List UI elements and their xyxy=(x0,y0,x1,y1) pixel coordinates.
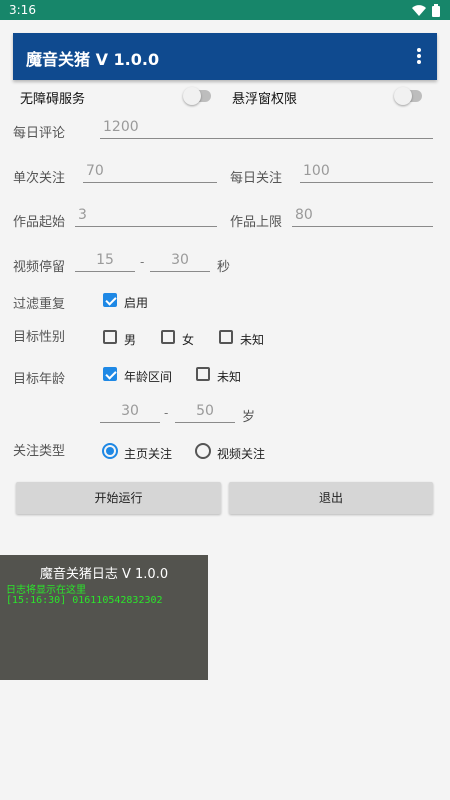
switch-knob xyxy=(394,87,412,105)
gender-unknown-checkbox[interactable] xyxy=(219,330,233,344)
follow-homepage-radio[interactable] xyxy=(102,443,118,459)
target-gender-label: 目标性别 xyxy=(13,330,66,345)
target-age-label: 目标年龄 xyxy=(13,372,66,387)
overlay-permission-label: 悬浮窗权限 xyxy=(232,92,298,107)
age-unknown-checkbox[interactable] xyxy=(196,367,210,381)
works-limit-input[interactable]: 80 xyxy=(292,207,433,227)
gender-unknown-option: 未知 xyxy=(240,333,265,347)
daily-follow-input[interactable]: 100 xyxy=(300,163,433,183)
app-bar: 魔音关猪 V 1.0.0 xyxy=(13,33,437,80)
status-icons xyxy=(412,4,440,17)
age-range-checkbox[interactable] xyxy=(103,367,117,381)
switch-knob xyxy=(183,87,201,105)
log-line: 日志将显示在这里 xyxy=(6,585,86,596)
single-follow-input[interactable]: 70 xyxy=(83,163,217,183)
app-title: 魔音关猪 V 1.0.0 xyxy=(26,50,160,69)
accessibility-service-switch[interactable] xyxy=(183,87,211,105)
status-bar: 3:16 xyxy=(0,0,450,20)
exit-button[interactable]: 退出 xyxy=(229,482,433,514)
follow-video-option: 视频关注 xyxy=(217,447,266,461)
filter-duplicate-label: 过滤重复 xyxy=(13,297,66,312)
filter-duplicate-checkbox[interactable] xyxy=(103,293,117,307)
accessibility-service-label: 无障碍服务 xyxy=(20,92,86,107)
seconds-unit: 秒 xyxy=(217,260,231,275)
age-unknown-option: 未知 xyxy=(217,370,242,384)
gender-female-checkbox[interactable] xyxy=(161,330,175,344)
filter-duplicate-option: 启用 xyxy=(124,296,149,310)
log-line: [15:16:30] 016110542832302 xyxy=(6,595,163,606)
works-start-input[interactable]: 3 xyxy=(75,207,217,227)
start-button[interactable]: 开始运行 xyxy=(16,482,221,514)
daily-comment-input[interactable]: 1200 xyxy=(100,119,433,139)
age-min-input[interactable]: 30 xyxy=(100,403,160,423)
age-unit: 岁 xyxy=(242,410,256,425)
age-range-option: 年龄区间 xyxy=(124,370,173,384)
log-panel: 魔音关猪日志 V 1.0.0 日志将显示在这里 [15:16:30] 01611… xyxy=(0,555,208,680)
overlay-permission-switch[interactable] xyxy=(394,87,422,105)
single-follow-label: 单次关注 xyxy=(13,171,66,186)
gender-male-option: 男 xyxy=(124,333,137,347)
follow-type-label: 关注类型 xyxy=(13,444,66,459)
range-dash: - xyxy=(164,406,169,420)
video-stay-min-input[interactable]: 15 xyxy=(75,252,135,272)
range-dash: - xyxy=(140,255,145,269)
gender-female-option: 女 xyxy=(182,333,195,347)
log-title: 魔音关猪日志 V 1.0.0 xyxy=(39,567,169,582)
wifi-icon xyxy=(412,5,426,16)
gender-male-checkbox[interactable] xyxy=(103,330,117,344)
works-limit-label: 作品上限 xyxy=(230,215,283,230)
more-options-icon[interactable] xyxy=(411,45,427,67)
follow-video-radio[interactable] xyxy=(195,443,211,459)
battery-icon xyxy=(432,4,440,17)
daily-follow-label: 每日关注 xyxy=(230,171,283,186)
status-time: 3:16 xyxy=(9,3,36,17)
works-start-label: 作品起始 xyxy=(13,215,66,230)
video-stay-label: 视频停留 xyxy=(13,260,66,275)
age-max-input[interactable]: 50 xyxy=(175,403,235,423)
follow-homepage-option: 主页关注 xyxy=(124,447,173,461)
video-stay-max-input[interactable]: 30 xyxy=(150,252,210,272)
daily-comment-label: 每日评论 xyxy=(13,126,66,141)
